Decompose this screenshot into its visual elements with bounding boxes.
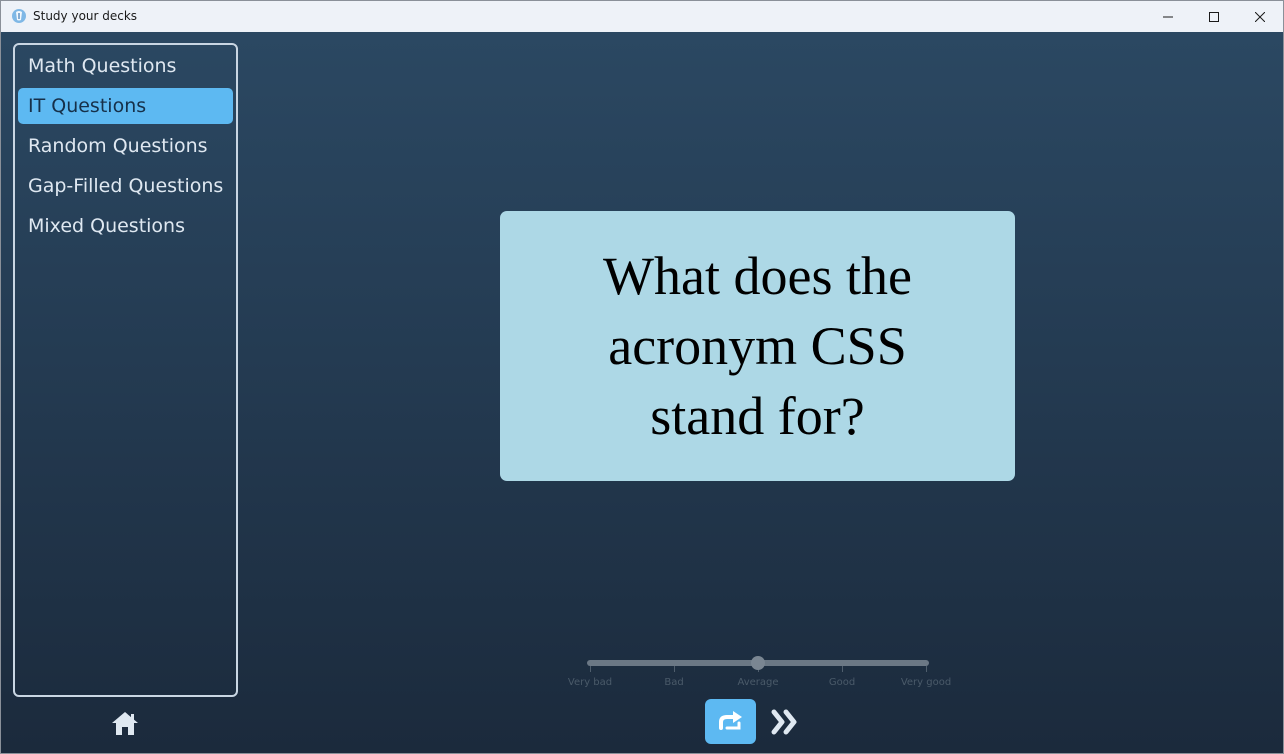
home-button[interactable] [109,709,141,737]
rating-label-very-good: Very good [900,677,952,688]
close-icon [1255,11,1265,22]
title-bar: Study your decks [1,1,1283,32]
next-card-button[interactable] [771,708,801,736]
flip-icon [718,710,742,730]
maximize-button[interactable] [1191,1,1237,32]
rating-label-average: Average [737,677,779,688]
app-logo-icon [12,9,26,23]
rating-tick [926,666,927,672]
home-icon [112,712,138,735]
deck-item-gap-filled-questions[interactable]: Gap-Filled Questions [18,168,233,204]
main-content: Math Questions IT Questions Random Quest… [1,32,1283,753]
close-button[interactable] [1237,1,1283,32]
maximize-icon [1209,11,1219,22]
rating-label-good: Good [828,677,856,688]
double-chevron-right-icon [771,709,797,735]
flashcard[interactable]: What does the acronym CSS stand for? [500,211,1015,481]
rating-tick [842,666,843,672]
minimize-button[interactable] [1145,1,1191,32]
rating-slider[interactable]: Very bad Bad Average Good Very good [561,654,961,694]
window-title: Study your decks [33,9,138,23]
rating-tick [674,666,675,672]
rating-label-very-bad: Very bad [567,677,613,688]
rating-slider-thumb[interactable] [751,656,765,670]
deck-item-it-questions[interactable]: IT Questions [18,88,233,124]
flashcard-question: What does the acronym CSS stand for? [603,246,912,446]
rating-label-bad: Bad [664,677,684,688]
minimize-icon [1163,16,1173,17]
deck-item-random-questions[interactable]: Random Questions [18,128,233,164]
deck-item-mixed-questions[interactable]: Mixed Questions [18,208,233,244]
app-window: Study your decks Math Questions IT Quest… [0,0,1284,754]
rating-tick [590,666,591,672]
flip-card-button[interactable] [705,699,756,744]
deck-item-math-questions[interactable]: Math Questions [18,48,233,84]
deck-list: Math Questions IT Questions Random Quest… [13,43,238,697]
